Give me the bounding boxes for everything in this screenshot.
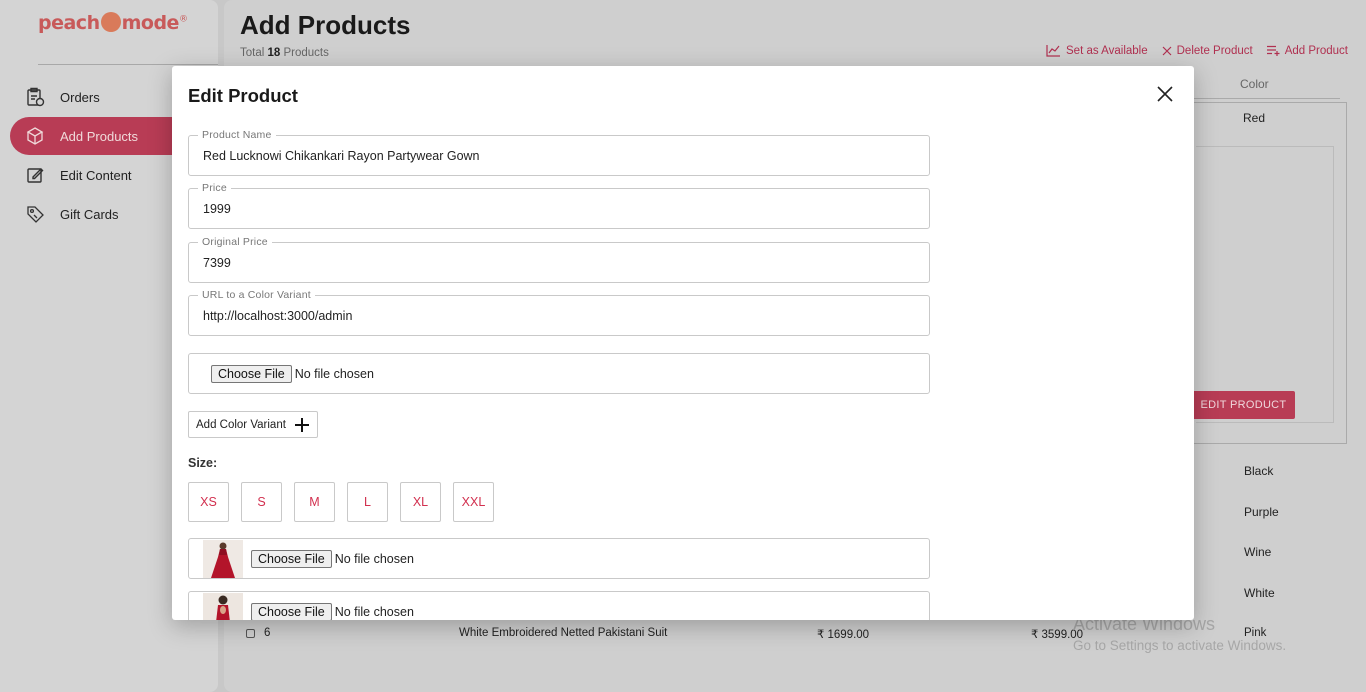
choose-file-button[interactable]: Choose File (211, 364, 292, 383)
variant-image-upload: Choose File No file chosen (188, 353, 930, 394)
field-label: Product Name (198, 129, 276, 141)
product-preview-box (1196, 146, 1334, 423)
plus-icon (294, 417, 309, 432)
row-color: White (1244, 586, 1275, 600)
size-option-xxl[interactable]: XXL (453, 482, 494, 522)
price-input[interactable]: 1999 (203, 202, 903, 216)
row-index: 6 (264, 627, 271, 639)
row-color: Purple (1244, 505, 1279, 519)
product-image-row: Choose File No file chosen (188, 538, 930, 579)
modal-title: Edit Product (188, 85, 298, 106)
add-variant-label: Add Color Variant (196, 418, 286, 431)
product-total: Total 18 Products (240, 47, 329, 59)
edit-product-modal: Edit Product Product Name Red Lucknowi C… (172, 66, 1194, 620)
field-label: Original Price (198, 236, 272, 248)
price-field[interactable]: Price 1999 (188, 182, 930, 229)
size-selector: XS S M L XL XXL (188, 482, 494, 522)
chart-icon (1046, 45, 1060, 57)
field-label: Price (198, 182, 231, 194)
file-status: No file chosen (334, 604, 414, 619)
row-checkbox[interactable] (246, 629, 255, 638)
page-title: Add Products (240, 10, 411, 40)
size-option-xl[interactable]: XL (400, 482, 441, 522)
choose-file-button[interactable]: Choose File (251, 602, 332, 620)
sidebar-item-label: Edit Content (60, 167, 132, 183)
box-icon (24, 125, 46, 147)
sidebar-item-label: Orders (60, 89, 100, 105)
close-modal-button[interactable] (1154, 83, 1176, 105)
color-variant-url-input[interactable]: http://localhost:3000/admin (203, 309, 903, 323)
peach-logo-icon (100, 12, 121, 32)
choose-file-button[interactable]: Choose File (251, 549, 332, 568)
file-status: No file chosen (334, 551, 414, 566)
sidebar-item-label: Add Products (60, 128, 139, 144)
size-label: Size: (188, 456, 218, 470)
add-list-icon (1266, 45, 1280, 56)
sidebar-item-label: Gift Cards (60, 206, 119, 222)
delete-product-button[interactable]: Delete Product (1162, 44, 1253, 57)
product-name-input[interactable]: Red Lucknowi Chikankari Rayon Partywear … (203, 149, 903, 163)
product-image-thumbnail (203, 592, 243, 620)
add-color-variant-button[interactable]: Add Color Variant (188, 411, 318, 438)
tag-icon (24, 203, 46, 225)
size-option-s[interactable]: S (241, 482, 282, 522)
row-color: Black (1244, 464, 1274, 478)
edit-icon (24, 164, 46, 186)
file-status: No file chosen (294, 366, 374, 381)
add-product-button[interactable]: Add Product (1266, 44, 1348, 57)
original-price-field[interactable]: Original Price 7399 (188, 236, 930, 283)
close-icon (1157, 86, 1173, 102)
field-label: URL to a Color Variant (198, 289, 315, 301)
size-option-l[interactable]: L (347, 482, 388, 522)
orders-icon (24, 86, 46, 108)
product-name-field[interactable]: Product Name Red Lucknowi Chikankari Ray… (188, 129, 930, 176)
set-available-button[interactable]: Set as Available (1046, 44, 1148, 57)
color-column-header: Color (1240, 77, 1269, 91)
size-option-xs[interactable]: XS (188, 482, 229, 522)
row-product-name: White Embroidered Netted Pakistani Suit (459, 627, 668, 639)
close-icon (1162, 46, 1172, 55)
divider (38, 64, 218, 65)
product-image-thumbnail (203, 539, 243, 578)
product-actions: Set as Available Delete Product Add Prod… (1046, 44, 1348, 57)
row-color: Red (1243, 111, 1266, 125)
original-price-input[interactable]: 7399 (203, 256, 903, 270)
size-option-m[interactable]: M (294, 482, 335, 522)
divider (1190, 98, 1340, 99)
row-price: ₹ 1699.00 (817, 629, 870, 641)
brand-logo[interactable]: peach mode® (38, 12, 188, 34)
edit-product-button[interactable]: EDIT PRODUCT (1192, 391, 1295, 419)
color-variant-url-field[interactable]: URL to a Color Variant http://localhost:… (188, 289, 930, 336)
product-image-row: Choose File No file chosen (188, 591, 930, 620)
row-color: Wine (1244, 545, 1272, 559)
